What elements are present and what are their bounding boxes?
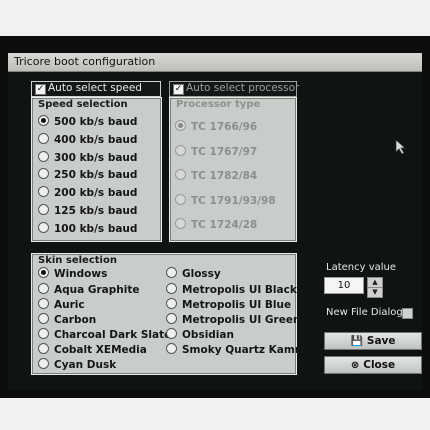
- auto-select-speed-label: Auto select speed: [48, 82, 142, 94]
- skin-option-metropolis-green[interactable]: Metropolis UI Green: [166, 313, 300, 326]
- processor-type-title: Processor type: [176, 99, 261, 110]
- skin-selection-title: Skin selection: [38, 255, 117, 266]
- radio-icon: [38, 358, 49, 369]
- latency-down-button[interactable]: ▼: [367, 287, 383, 298]
- radio-icon: [175, 218, 186, 229]
- radio-icon: [166, 343, 177, 354]
- skin-option-obsidian[interactable]: Obsidian: [166, 328, 234, 341]
- skin-option-carbon[interactable]: Carbon: [38, 313, 96, 326]
- speed-option-500[interactable]: 500 kb/s baud: [38, 115, 137, 128]
- radio-icon: [38, 151, 49, 162]
- window-title: Tricore boot configuration: [14, 55, 156, 68]
- radio-icon: [175, 169, 186, 180]
- processor-option-tc1791[interactable]: TC 1791/93/98: [175, 194, 276, 207]
- processor-option-tc1724[interactable]: TC 1724/28: [175, 218, 257, 231]
- check-icon: ✓: [173, 84, 184, 95]
- skin-option-aqua-graphite[interactable]: Aqua Graphite: [38, 283, 139, 296]
- speed-selection-title: Speed selection: [38, 99, 128, 110]
- skin-option-auric[interactable]: Auric: [38, 298, 85, 311]
- radio-icon: [38, 343, 49, 354]
- speed-option-200[interactable]: 200 kb/s baud: [38, 186, 137, 199]
- save-button[interactable]: 💾 Save: [324, 332, 422, 350]
- auto-select-speed-checkbox[interactable]: ✓ Auto select speed: [31, 81, 161, 97]
- skin-option-metropolis-blue[interactable]: Metropolis UI Blue: [166, 298, 291, 311]
- processor-option-tc1766[interactable]: TC 1766/96: [175, 120, 257, 133]
- speed-option-250[interactable]: 250 kb/s baud: [38, 168, 137, 181]
- skin-option-smoky-quartz-kamri[interactable]: Smoky Quartz Kamri: [166, 343, 304, 356]
- radio-icon: [175, 194, 186, 205]
- radio-icon: [166, 328, 177, 339]
- processor-option-tc1767[interactable]: TC 1767/97: [175, 145, 257, 158]
- skin-option-windows[interactable]: Windows: [38, 267, 107, 280]
- close-button[interactable]: ⊗ Close: [324, 356, 422, 374]
- close-icon: ⊗: [350, 360, 360, 371]
- speed-option-300[interactable]: 300 kb/s baud: [38, 151, 137, 164]
- latency-label: Latency value: [326, 262, 397, 273]
- auto-select-processor-label: Auto select processor: [186, 82, 300, 94]
- new-file-dialog-label: New File Dialog: [326, 307, 403, 318]
- speed-option-100[interactable]: 100 kb/s baud: [38, 222, 137, 235]
- check-icon: ✓: [35, 84, 46, 95]
- mouse-pointer-icon: [395, 139, 406, 155]
- skin-option-cobalt-xemedia[interactable]: Cobalt XEMedia: [38, 343, 147, 356]
- speed-option-125[interactable]: 125 kb/s baud: [38, 204, 137, 217]
- radio-icon: [38, 168, 49, 179]
- skin-option-glossy[interactable]: Glossy: [166, 267, 221, 280]
- title-bar: Tricore boot configuration: [8, 53, 422, 72]
- speed-option-400[interactable]: 400 kb/s baud: [38, 133, 137, 146]
- radio-icon: [38, 204, 49, 215]
- radio-icon: [38, 133, 49, 144]
- radio-icon: [166, 267, 177, 278]
- radio-icon: [175, 120, 186, 131]
- latency-input[interactable]: 10: [324, 277, 364, 294]
- skin-option-cyan-dusk[interactable]: Cyan Dusk: [38, 358, 116, 371]
- processor-option-tc1782[interactable]: TC 1782/84: [175, 169, 257, 182]
- skin-option-charcoal-dark-slate[interactable]: Charcoal Dark Slate: [38, 328, 171, 341]
- auto-select-processor-checkbox[interactable]: ✓ Auto select processor: [169, 81, 300, 97]
- radio-icon: [38, 298, 49, 309]
- skin-option-metropolis-black[interactable]: Metropolis UI Black: [166, 283, 297, 296]
- radio-icon: [38, 222, 49, 233]
- radio-icon: [38, 267, 49, 278]
- radio-icon: [166, 283, 177, 294]
- new-file-dialog-checkbox[interactable]: [402, 308, 413, 319]
- radio-icon: [38, 283, 49, 294]
- radio-icon: [175, 145, 186, 156]
- radio-icon: [166, 313, 177, 324]
- radio-icon: [38, 313, 49, 324]
- radio-icon: [38, 115, 49, 126]
- radio-icon: [166, 298, 177, 309]
- radio-icon: [38, 186, 49, 197]
- radio-icon: [38, 328, 49, 339]
- floppy-disk-icon: 💾: [350, 336, 363, 347]
